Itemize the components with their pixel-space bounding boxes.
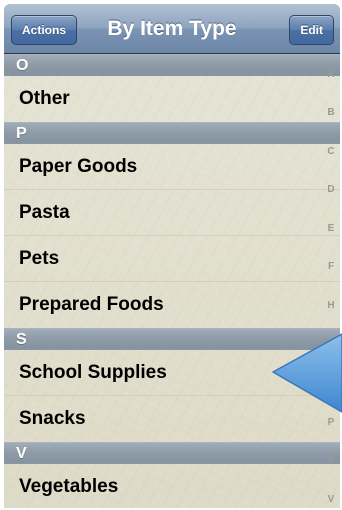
section-header-p: P	[4, 122, 340, 144]
index-letter-v[interactable]: V	[322, 494, 340, 505]
item-type-list: O Other P Paper Goods Pasta Pets Prepare…	[4, 54, 340, 508]
list-item-pets[interactable]: Pets	[4, 236, 340, 282]
index-letter-d[interactable]: D	[322, 184, 340, 195]
list-item-paper-goods[interactable]: Paper Goods	[4, 144, 340, 190]
index-letter-b[interactable]: B	[322, 107, 340, 118]
list-item-pasta[interactable]: Pasta	[4, 190, 340, 236]
index-letter-h[interactable]: H	[322, 300, 340, 311]
list-item-vegetables[interactable]: Vegetables	[4, 464, 340, 508]
section-header-s: S	[4, 328, 340, 350]
list-item-snacks[interactable]: Snacks	[4, 396, 340, 442]
screen: By Item Type Actions Edit O Other P Pape…	[4, 4, 340, 508]
index-letter-s[interactable]: S	[322, 455, 340, 466]
actions-button[interactable]: Actions	[11, 15, 78, 45]
edit-button[interactable]: Edit	[289, 15, 334, 45]
list-item-school-supplies[interactable]: School Supplies	[4, 350, 340, 396]
index-letter-m[interactable]: M	[322, 338, 340, 349]
list-item-prepared-foods[interactable]: Prepared Foods	[4, 282, 340, 328]
navigation-bar: By Item Type Actions Edit	[4, 4, 340, 54]
section-header-v: V	[4, 442, 340, 464]
section-header-o: O	[4, 54, 340, 76]
list-item-other[interactable]: Other	[4, 76, 340, 122]
index-letter-c[interactable]: C	[322, 146, 340, 157]
index-letter-p[interactable]: P	[322, 417, 340, 428]
section-index-bar[interactable]: A B C D E F H M P S V	[322, 54, 340, 508]
index-letter-f[interactable]: F	[322, 261, 340, 272]
index-letter-e[interactable]: E	[322, 223, 340, 234]
index-letter-a[interactable]: A	[322, 69, 340, 80]
